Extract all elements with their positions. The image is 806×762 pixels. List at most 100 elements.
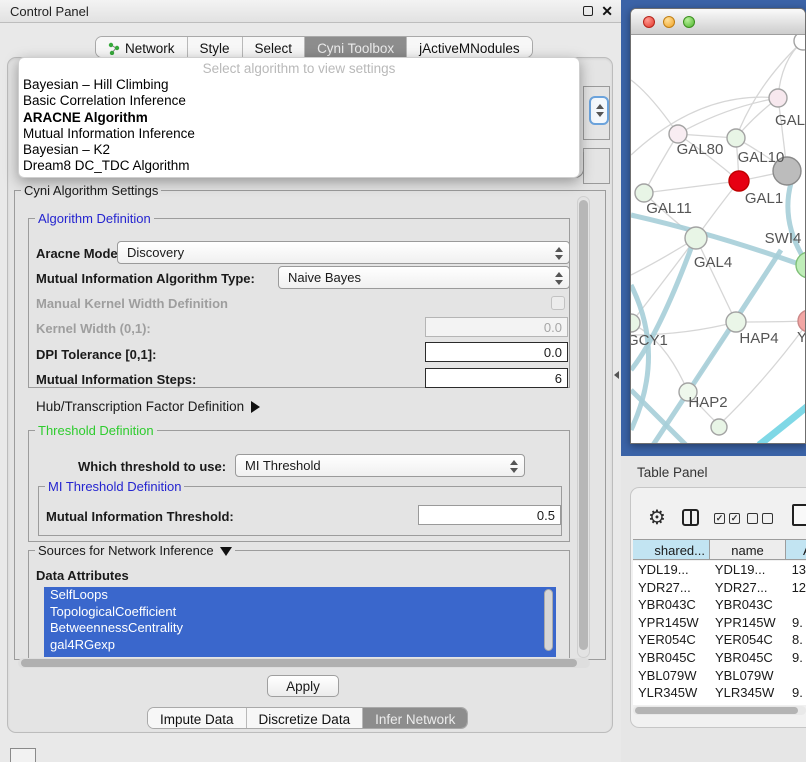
- tab-style-label: Style: [200, 41, 230, 56]
- mi-steps-label: Mutual Information Steps:: [36, 372, 196, 387]
- tab-impute-data[interactable]: Impute Data: [148, 708, 247, 728]
- select-all-icon[interactable]: ✓: [714, 513, 725, 524]
- minimize-traffic-light-icon[interactable]: [663, 16, 675, 28]
- table-row[interactable]: YDL19...YDL19...13: [633, 561, 806, 579]
- table-row[interactable]: YER054CYER054C8.: [633, 631, 806, 649]
- which-threshold-select[interactable]: MI Threshold: [235, 454, 525, 477]
- dpi-tolerance-field[interactable]: 0.0: [425, 342, 568, 362]
- column-header-name[interactable]: name: [710, 540, 786, 559]
- table-row[interactable]: YLR345WYLR345W9.: [633, 684, 806, 702]
- tab-jactivemnodules[interactable]: jActiveMNodules: [407, 37, 532, 57]
- tab-jactivemnodules-label: jActiveMNodules: [419, 41, 520, 56]
- cell: YLR345W: [633, 684, 710, 702]
- manual-kernel-width-checkbox[interactable]: [551, 296, 565, 310]
- cell: YIL052C: [633, 702, 710, 705]
- split-pane-handle[interactable]: [613, 370, 621, 379]
- document-icon[interactable]: [792, 504, 806, 526]
- close-icon[interactable]: ✕: [601, 3, 613, 20]
- tab-infer-network[interactable]: Infer Network: [363, 708, 467, 728]
- network-canvas[interactable]: GAL GAL80 GAL10 GAL1 GAL11 GAL4 SWI4 HAP…: [631, 35, 806, 444]
- kernel-width-field[interactable]: 0.0: [425, 317, 568, 337]
- close-traffic-light-icon[interactable]: [643, 16, 655, 28]
- cell: YPR145W: [633, 614, 710, 632]
- mi-steps-field[interactable]: 6: [425, 368, 568, 388]
- tab-select[interactable]: Select: [243, 37, 306, 57]
- aracne-mode-label: Aracne Mode:: [36, 246, 122, 261]
- node-label-swi4: SWI4: [765, 230, 802, 247]
- apply-button[interactable]: Apply: [267, 675, 339, 697]
- hub-definition-label: Hub/Transcription Factor Definition: [36, 399, 244, 414]
- tab-cyni-toolbox-label: Cyni Toolbox: [317, 41, 394, 56]
- node-label-hap4: HAP4: [739, 330, 778, 347]
- table-row[interactable]: YBR045CYBR045C9.: [633, 649, 806, 667]
- table-row[interactable]: YBR043CYBR043C: [633, 596, 806, 614]
- attribute-item[interactable]: gal4RGexp: [44, 637, 556, 654]
- attributes-scrollbar[interactable]: [544, 589, 553, 651]
- column-header-clipped[interactable]: A: [786, 540, 806, 559]
- sources-group-title: Sources for Network Inference: [35, 543, 235, 558]
- data-attributes-list[interactable]: SelfLoops TopologicalCoefficient Between…: [44, 587, 556, 657]
- split-columns-icon[interactable]: [682, 509, 699, 526]
- settings-gear-icon[interactable]: ⚙: [648, 505, 666, 530]
- settings-horizontal-scrollbar[interactable]: [18, 658, 590, 668]
- tab-infer-network-label: Infer Network: [375, 712, 455, 727]
- table-row[interactable]: YIL052CYIL052C9: [633, 702, 806, 705]
- network-node-gcy1[interactable]: [631, 314, 640, 332]
- network-node[interactable]: [711, 419, 727, 435]
- mi-algorithm-type-select[interactable]: Naive Bayes: [278, 266, 570, 289]
- network-node-gal10[interactable]: [727, 129, 745, 147]
- deselect-all-icon[interactable]: [747, 513, 758, 524]
- network-icon: [108, 42, 120, 55]
- tab-cyni-toolbox[interactable]: Cyni Toolbox: [305, 37, 407, 57]
- float-window-icon[interactable]: [583, 6, 593, 16]
- expanded-arrow-icon[interactable]: [220, 547, 232, 556]
- select-all-icon-2[interactable]: ✓: [729, 513, 740, 524]
- network-node-gal4[interactable]: [685, 227, 707, 249]
- tab-discretize-data[interactable]: Discretize Data: [247, 708, 364, 728]
- mi-algorithm-type-value: Naive Bayes: [288, 270, 361, 285]
- attribute-item[interactable]: SelfLoops: [44, 587, 556, 604]
- cell: 9.: [787, 684, 803, 702]
- cell: YBL079W: [710, 667, 787, 685]
- table-row[interactable]: YBL079WYBL079W: [633, 667, 806, 685]
- network-node-hap4[interactable]: [726, 312, 746, 332]
- node-label-gal4: GAL4: [694, 254, 732, 271]
- kernel-width-label: Kernel Width (0,1):: [36, 321, 151, 336]
- cyni-algorithm-settings-title: Cyni Algorithm Settings: [21, 183, 161, 198]
- attribute-item[interactable]: TopologicalCoefficient: [44, 604, 556, 621]
- table-row[interactable]: YDR27...YDR27...12: [633, 579, 806, 597]
- node-label-gcy1: GCY1: [631, 332, 668, 349]
- table-body[interactable]: YDL19...YDL19...13 YDR27...YDR27...12 YB…: [633, 561, 806, 705]
- algorithm-option[interactable]: Basic Correlation Inference: [19, 93, 579, 109]
- network-window[interactable]: GAL GAL80 GAL10 GAL1 GAL11 GAL4 SWI4 HAP…: [630, 8, 806, 444]
- algorithm-definition-title: Algorithm Definition: [35, 211, 154, 226]
- algorithm-option[interactable]: Mutual Information Inference: [19, 126, 579, 142]
- algorithm-option[interactable]: Bayesian – Hill Climbing: [19, 77, 579, 93]
- algorithm-option[interactable]: Bayesian – K2: [19, 142, 579, 158]
- tab-network[interactable]: Network: [96, 37, 188, 57]
- network-node-swi4[interactable]: [796, 252, 806, 278]
- network-window-titlebar[interactable]: [631, 9, 805, 35]
- network-node-gal1[interactable]: [729, 171, 749, 191]
- occluded-groupbox-fragment-2: [583, 148, 610, 184]
- settings-vertical-scrollbar[interactable]: [577, 196, 590, 658]
- node-label: Y: [797, 329, 806, 346]
- application-root: Control Panel ✕ Network Style Select Cyn…: [0, 0, 806, 762]
- deselect-all-icon-2[interactable]: [762, 513, 773, 524]
- attribute-item[interactable]: BetweennessCentrality: [44, 620, 556, 637]
- aracne-mode-select[interactable]: Discovery: [117, 241, 570, 264]
- network-node[interactable]: [769, 89, 787, 107]
- tab-style[interactable]: Style: [188, 37, 243, 57]
- column-header-shared[interactable]: shared...: [633, 540, 710, 559]
- which-threshold-value: MI Threshold: [245, 458, 321, 473]
- stepper-arrows-icon: [554, 246, 563, 260]
- mi-threshold-field[interactable]: 0.5: [418, 505, 561, 525]
- algorithm-option[interactable]: Dream8 DC_TDC Algorithm: [19, 158, 579, 174]
- hub-definition-toggle[interactable]: Hub/Transcription Factor Definition: [36, 399, 260, 414]
- zoom-traffic-light-icon[interactable]: [683, 16, 695, 28]
- algorithm-option-selected[interactable]: ARACNE Algorithm: [19, 110, 579, 126]
- cell: YDL19...: [710, 561, 787, 579]
- table-horizontal-scrollbar[interactable]: [633, 706, 806, 715]
- table-row[interactable]: YPR145WYPR145W9.: [633, 614, 806, 632]
- minimized-panel-icon[interactable]: [10, 748, 36, 762]
